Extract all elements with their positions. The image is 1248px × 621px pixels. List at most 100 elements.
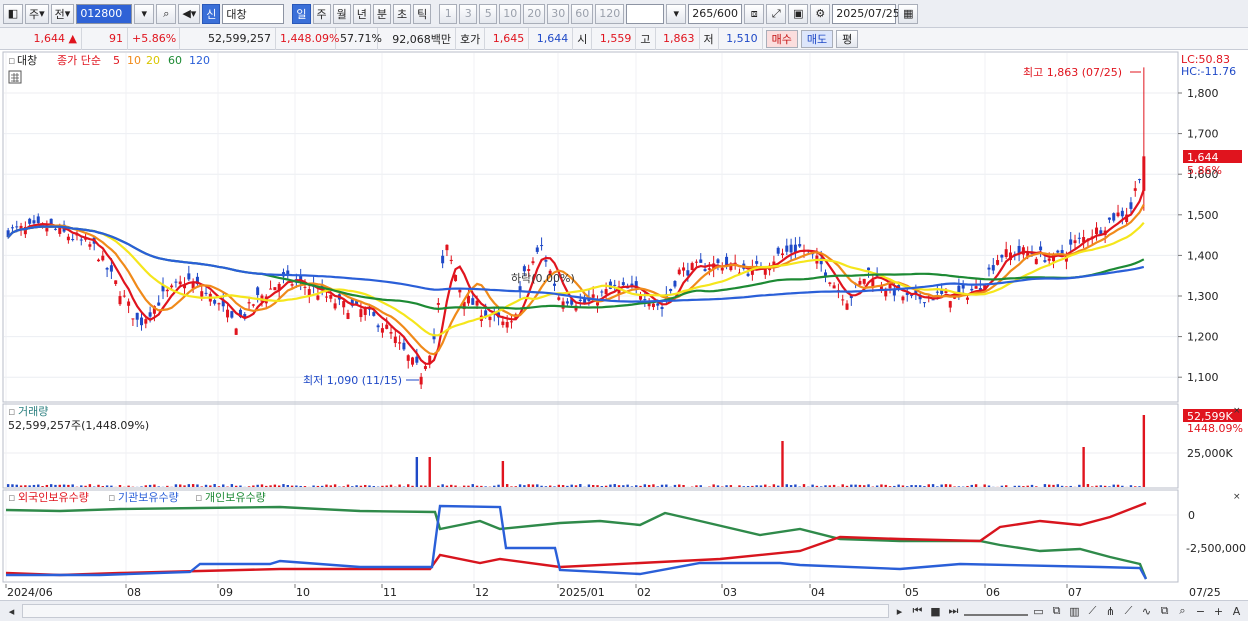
period-day[interactable]: 일 xyxy=(292,3,311,24)
volume-bar xyxy=(450,484,453,487)
interval-60[interactable]: 60 xyxy=(571,3,594,24)
zoom-in-icon[interactable]: + xyxy=(1211,604,1226,619)
volume-pct: 1,448.09% xyxy=(276,27,339,50)
wave-icon[interactable]: ∿ xyxy=(1139,604,1154,619)
volume-bar xyxy=(914,485,918,487)
volume-bar xyxy=(183,485,186,487)
trend-icon[interactable]: ⟋ xyxy=(1121,604,1136,619)
candle-body xyxy=(454,274,458,282)
candle-body xyxy=(789,244,793,253)
interval-10[interactable]: 10 xyxy=(499,3,522,24)
save-icon[interactable]: ▣ xyxy=(788,3,809,24)
candle-icon[interactable]: ⧈ xyxy=(744,3,765,24)
candle-body xyxy=(596,302,600,306)
period-tick[interactable]: 틱 xyxy=(413,3,432,24)
close-icon[interactable]: × xyxy=(1233,406,1241,416)
date-field[interactable]: 2025/07/25 xyxy=(832,3,900,24)
interval-3[interactable]: 3 xyxy=(459,3,478,24)
calendar-icon[interactable]: ▦ xyxy=(898,3,919,24)
code-dropdown-icon[interactable]: ▾ xyxy=(134,3,155,24)
avg-button[interactable]: 평 xyxy=(836,29,859,48)
period-week[interactable]: 주 xyxy=(312,3,331,24)
volume-bar xyxy=(204,484,208,487)
code-input[interactable]: 012800 xyxy=(76,3,133,24)
copy2-icon[interactable]: ⧉ xyxy=(1157,604,1172,619)
candle-body xyxy=(45,228,49,232)
candle-body xyxy=(673,280,677,287)
volume-bar xyxy=(41,486,44,487)
tick-label: 1,400 xyxy=(1187,249,1219,262)
x-tick-label: 04 xyxy=(811,586,825,599)
volume-bar xyxy=(729,485,733,487)
holdings-close-icon[interactable]: × xyxy=(1233,492,1241,502)
period-year[interactable]: 년 xyxy=(352,3,371,24)
candle-body xyxy=(1069,239,1073,245)
volume-bar xyxy=(566,485,569,487)
sell-button[interactable]: 매도 xyxy=(800,29,834,48)
period-month[interactable]: 월 xyxy=(332,3,351,24)
high-label: 고 xyxy=(636,27,656,50)
gear-icon[interactable]: ⚙ xyxy=(810,3,831,24)
volume-bar xyxy=(32,484,36,487)
count-field[interactable]: 265/600 xyxy=(688,3,743,24)
prev-button[interactable]: 전 ▾ xyxy=(50,3,75,24)
candle-body xyxy=(1116,212,1120,217)
volume-value: 52,599,257 xyxy=(180,27,276,50)
search-icon[interactable]: ⌕ xyxy=(156,3,177,24)
holdings-settings-icon[interactable]: ▫ xyxy=(8,491,15,504)
candle-body xyxy=(867,267,871,271)
volume-bar xyxy=(1052,484,1055,487)
x-tick-label: 12 xyxy=(475,586,489,599)
layout2-icon[interactable]: ▥ xyxy=(1067,604,1082,619)
candle-body xyxy=(36,216,40,224)
copy-icon[interactable]: ⧉ xyxy=(1049,604,1064,619)
speaker-icon[interactable]: ◀▾ xyxy=(178,3,201,24)
candle-body xyxy=(359,309,363,318)
interval-5[interactable]: 5 xyxy=(479,3,498,24)
volume-bar xyxy=(949,484,952,487)
custom-interval-input[interactable] xyxy=(626,3,665,24)
window-icon[interactable]: ▭ xyxy=(1031,604,1046,619)
volume-bar xyxy=(544,486,548,487)
holdings-tick-neg: -2,500,000 xyxy=(1186,542,1246,555)
rewind-icon[interactable]: ⏮ xyxy=(910,604,925,619)
stop-icon[interactable]: ■ xyxy=(928,604,943,619)
search-icon[interactable]: ⌕ xyxy=(1175,604,1190,619)
font-size-icon[interactable]: A xyxy=(1229,604,1244,619)
candle-body xyxy=(1112,213,1116,221)
stock-chart[interactable]: ▫ 대창 종가 단순 5 10 20 60 120 LC:50.83 HC:-1… xyxy=(0,51,1248,600)
zoom-slider[interactable] xyxy=(964,606,1028,616)
chart-area[interactable]: ▫ 대창 종가 단순 5 10 20 60 120 LC:50.83 HC:-1… xyxy=(0,51,1248,600)
candle-body xyxy=(445,244,449,251)
volume-bar xyxy=(510,486,513,487)
draw-line-icon[interactable]: ⟋ xyxy=(1085,604,1100,619)
scroll-right-icon[interactable]: ▸ xyxy=(892,604,907,619)
interval-1[interactable]: 1 xyxy=(439,3,458,24)
ma-line-120 xyxy=(7,225,1145,303)
stock-name-field[interactable]: 대창 xyxy=(222,3,285,24)
horizontal-scrollbar[interactable] xyxy=(22,604,889,618)
buy-button[interactable]: 매수 xyxy=(765,29,798,48)
interval-120[interactable]: 120 xyxy=(595,3,625,24)
new-badge[interactable]: 신 xyxy=(202,3,221,24)
scroll-left-icon[interactable]: ◂ xyxy=(4,604,19,619)
volume-bar xyxy=(781,441,784,487)
period-minute[interactable]: 분 xyxy=(372,3,392,24)
period-second[interactable]: 초 xyxy=(393,3,412,24)
zoom-out-icon[interactable]: − xyxy=(1193,604,1208,619)
candle-body xyxy=(561,301,565,309)
draw-icon[interactable]: ⤢ xyxy=(766,3,787,24)
interval-30[interactable]: 30 xyxy=(547,3,570,24)
volume-settings-icon[interactable]: ▫ xyxy=(8,405,15,418)
chevron-down-icon[interactable]: ▾ xyxy=(666,3,687,24)
legend-settings-icon[interactable]: ▫ xyxy=(8,54,15,67)
candle-body xyxy=(600,291,604,293)
volume-bar xyxy=(475,485,479,487)
interval-20[interactable]: 20 xyxy=(523,3,546,24)
market-select[interactable]: 주 ▾ xyxy=(25,3,49,24)
fork-icon[interactable]: ⋔ xyxy=(1103,604,1118,619)
layout-icon[interactable]: ◧ xyxy=(3,3,23,24)
candle-body xyxy=(471,298,475,305)
forward-icon[interactable]: ⏭ xyxy=(946,604,961,619)
candle-body xyxy=(1004,249,1008,257)
